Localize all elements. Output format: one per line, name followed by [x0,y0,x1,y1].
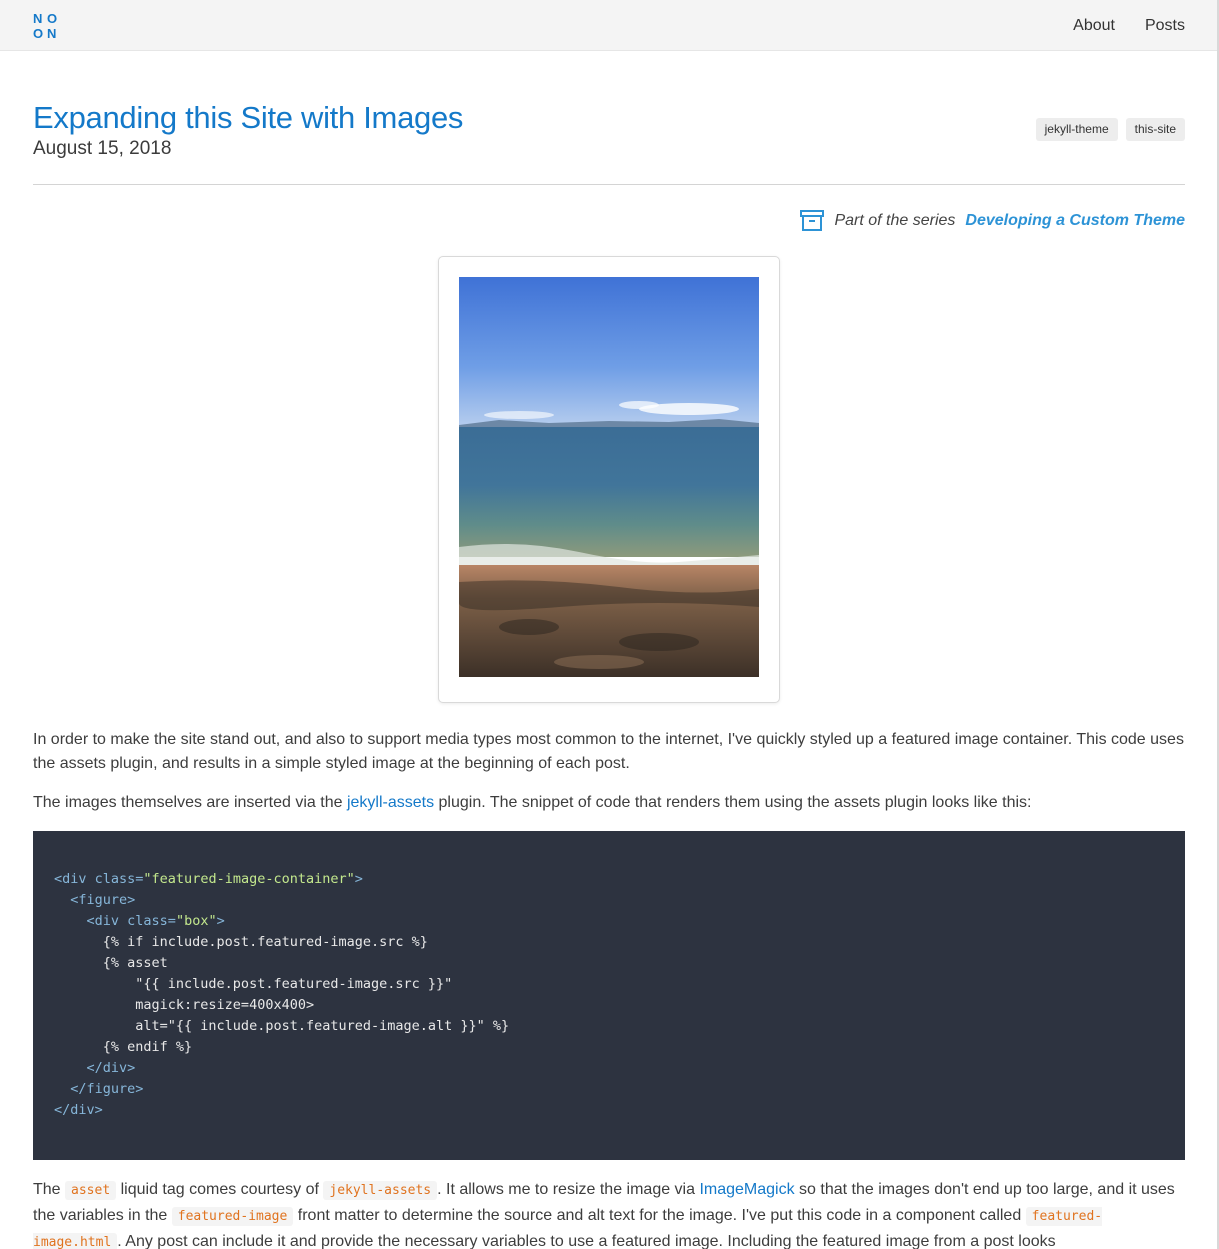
code-line: {% if include.post.featured-image.src %} [54,934,428,950]
archive-icon [800,210,825,231]
imagemagick-link[interactable]: ImageMagick [699,1181,794,1198]
inline-code: featured-image [171,1207,294,1226]
inline-code: jekyll-assets [323,1181,438,1200]
text-span: liquid tag comes courtesy of [116,1181,324,1198]
code-line: </div> [54,1060,136,1076]
code-line: alt="{{ include.post.featured-image.alt … [54,1018,510,1034]
logo-letter: O [47,11,57,26]
featured-image [459,277,759,677]
text-span: . It allows me to resize the image via [437,1181,700,1198]
nav-about-link[interactable]: About [1073,16,1115,36]
tag-list: jekyll-theme this-site [1035,118,1185,141]
text-span: The [33,1181,66,1198]
code-line: {% asset [54,955,168,971]
text-span: plugin. The snippet of code that renders… [434,794,1032,811]
post-title: Expanding this Site with Images [33,100,464,135]
code-line: magick:resize=400x400> [54,997,315,1013]
logo-letter: O [33,26,43,39]
code-content: <div class="featured-image-container"> <… [54,869,509,1121]
code-line: </figure> [54,1081,144,1097]
inline-code: asset [65,1181,117,1200]
nav-posts-link[interactable]: Posts [1145,16,1185,36]
post-date: August 15, 2018 [33,138,172,159]
jekyll-assets-link[interactable]: jekyll-assets [347,794,434,811]
assets-paragraph: The images themselves are inserted via t… [33,791,1185,815]
code-block: <div class="featured-image-container"> <… [33,831,1185,1160]
series-notice: Part of the series Developing a Custom T… [800,210,1185,232]
code-line: <div class="featured-image-container"> [54,871,363,887]
code-line: {% endif %} [54,1039,193,1055]
code-line: <div class="box"> [54,913,225,929]
site-logo[interactable]: N O O N [33,11,61,39]
series-link[interactable]: Developing a Custom Theme [965,212,1185,230]
tag-jekyll-theme[interactable]: jekyll-theme [1035,118,1118,141]
series-prefix: Part of the series [834,212,956,229]
text-span: . Any post can include it and provide th… [117,1233,1056,1249]
main-nav: About Posts [1073,16,1185,36]
featured-image-container [438,256,780,703]
tag-this-site[interactable]: this-site [1125,118,1185,141]
text-span: front matter to determine the source and… [293,1207,1026,1224]
text-span: The images themselves are inserted via t… [33,794,347,811]
code-line: <figure> [54,892,136,908]
liquid-tag-paragraph: The asset liquid tag comes courtesy of j… [33,1177,1185,1249]
intro-paragraph: In order to make the site stand out, and… [33,731,1184,772]
header-divider [33,184,1185,185]
code-line: "{{ include.post.featured-image.src }}" [54,976,453,992]
logo-letter: N [47,26,56,39]
code-line: </div> [54,1102,103,1118]
site-header: N O O N About Posts [0,0,1217,51]
logo-letter: N [33,11,42,26]
